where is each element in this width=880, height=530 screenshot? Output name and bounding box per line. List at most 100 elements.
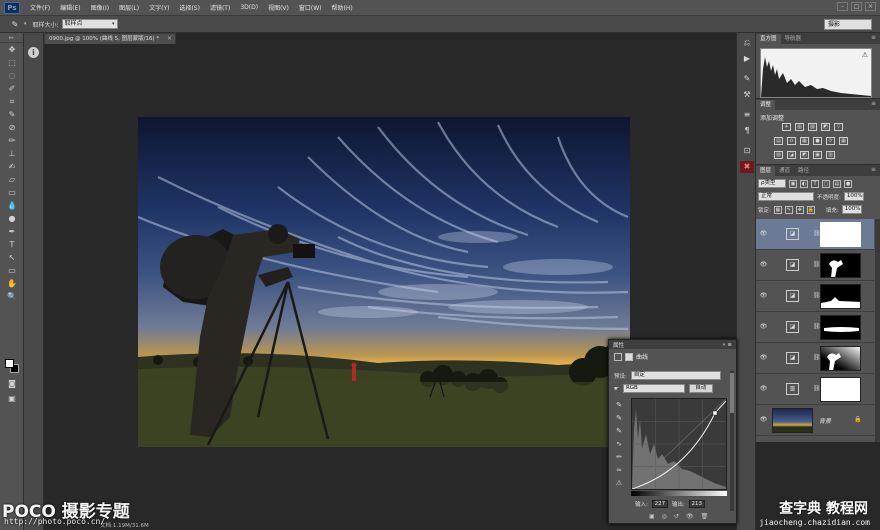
lock-transparent-icon[interactable]: ▦ [773, 205, 782, 214]
shape-tool-icon[interactable]: ▭ [2, 265, 22, 277]
layers-scrollbar[interactable] [875, 219, 880, 442]
menu-3d[interactable]: 3D(D) [235, 4, 263, 11]
history-brush-tool-icon[interactable]: ✍ [2, 161, 22, 173]
screen-mode-icon[interactable]: ▣ [2, 393, 22, 405]
black-point-eyedropper-icon[interactable]: ✎ [613, 400, 625, 411]
layer-row-background[interactable]: 👁 背景 🔒 [756, 405, 874, 436]
smooth-icon[interactable]: ≈ [613, 465, 625, 476]
filter-toggle-icon[interactable]: ● [844, 179, 852, 188]
crop-tool-icon[interactable]: ⌗ [2, 96, 22, 108]
layer-mask-thumbnail[interactable] [820, 346, 861, 371]
eraser-tool-icon[interactable]: ▱ [2, 174, 22, 186]
visibility-eye-icon[interactable]: 👁 [759, 261, 768, 269]
quick-select-tool-icon[interactable]: ✐ [2, 83, 22, 95]
hand-adjust-icon[interactable]: ☛ [614, 386, 619, 392]
lock-move-icon[interactable]: ✥ [795, 205, 804, 214]
posterize-icon[interactable]: ◪ [787, 151, 796, 159]
document-tab[interactable]: 0900.jpg @ 100% (曲线 5, 图层蒙版/16) * × [44, 33, 176, 44]
channel-mixer-icon[interactable]: ⟳ [826, 137, 835, 145]
layer-row-levels[interactable]: 👁 ▥ ⛓ [756, 374, 874, 405]
preset-select[interactable]: 自定 [630, 371, 721, 380]
sample-size-select[interactable]: 取样点 [61, 19, 118, 29]
maximize-button[interactable]: □ [851, 2, 862, 11]
selective-color-icon[interactable]: ▥ [826, 151, 835, 159]
visibility-eye-icon[interactable]: 👁 [759, 385, 768, 393]
tab-paths[interactable]: 路径 [794, 166, 813, 176]
input-value[interactable]: 227 [651, 500, 668, 508]
menu-window[interactable]: 窗口(W) [294, 3, 327, 12]
menu-type[interactable]: 文字(Y) [144, 3, 174, 12]
curve-point-icon[interactable]: ∿ [613, 439, 625, 450]
info-icon[interactable]: i [28, 47, 39, 58]
invert-icon[interactable]: ▨ [774, 151, 783, 159]
eyedropper-icon[interactable]: ✎ [8, 19, 22, 30]
photo-filter-icon[interactable]: ● [813, 137, 822, 145]
cache-warning-icon[interactable]: ⚠ [862, 51, 868, 59]
curve-graph[interactable] [631, 398, 727, 490]
brightness-contrast-icon[interactable]: ☀ [782, 123, 791, 131]
workspace-select[interactable]: 摄影 [824, 19, 872, 30]
visibility-eye-icon[interactable]: 👁 [759, 416, 768, 424]
filter-adjustment-icon[interactable]: ◐ [800, 179, 808, 188]
layer-mask-thumbnail[interactable] [820, 377, 861, 402]
properties-header[interactable]: 属性 » ≡ [609, 340, 736, 349]
layer-mask-thumbnail[interactable] [820, 315, 861, 340]
brush-tool-icon[interactable]: ✏ [2, 135, 22, 147]
exposure-icon[interactable]: ◩ [821, 123, 830, 131]
visibility-eye-icon[interactable]: 👁 [759, 230, 768, 238]
panel-menu-icon[interactable]: ≡ [871, 100, 876, 107]
panel-grip-icon[interactable]: ▸▸ [0, 33, 23, 43]
character-icon[interactable]: ≡ [740, 109, 754, 121]
layer-row-curves-2[interactable]: 👁 ◪ ⛓ [756, 312, 874, 343]
menu-select[interactable]: 选择(S) [174, 3, 205, 12]
filter-shape-icon[interactable]: ▢ [822, 179, 830, 188]
layer-row-curves-3[interactable]: 👁 ◪ ⛓ [756, 281, 874, 312]
menu-layer[interactable]: 图层(L) [114, 3, 144, 12]
blur-tool-icon[interactable]: 💧 [2, 200, 22, 212]
toggle-visibility-icon[interactable]: 👁 [686, 513, 694, 520]
black-white-icon[interactable]: ▦ [800, 137, 809, 145]
filter-pixel-icon[interactable]: ▣ [789, 179, 797, 188]
blend-mode-select[interactable]: 正常 [758, 192, 814, 201]
channel-select[interactable]: RGB [622, 384, 685, 393]
filter-smart-icon[interactable]: ▤ [833, 179, 841, 188]
visibility-eye-icon[interactable]: 👁 [759, 354, 768, 362]
curves-icon[interactable]: ▨ [808, 123, 817, 131]
output-value[interactable]: 213 [688, 500, 705, 508]
minimize-button[interactable]: – [837, 2, 848, 11]
tab-channels[interactable]: 通道 [775, 166, 794, 176]
type-tool-icon[interactable]: T [2, 239, 22, 251]
move-tool-icon[interactable]: ✥ [2, 44, 22, 56]
tab-histogram[interactable]: 直方图 [756, 34, 781, 44]
layer-mask-thumbnail[interactable] [820, 253, 861, 278]
visibility-eye-icon[interactable]: 👁 [759, 323, 768, 331]
pen-tool-icon[interactable]: ✒ [2, 226, 22, 238]
lock-all-icon[interactable]: 🔒 [806, 205, 815, 214]
foreground-color-swatch[interactable] [5, 359, 14, 368]
menu-filter[interactable]: 滤镜(T) [205, 3, 235, 12]
fill-input[interactable]: 100% [841, 205, 862, 214]
clone-stamp-tool-icon[interactable]: ⊥ [2, 148, 22, 160]
gradient-map-icon[interactable]: ▣ [813, 151, 822, 159]
dodge-tool-icon[interactable]: ● [2, 213, 22, 225]
threshold-icon[interactable]: ◩ [800, 151, 809, 159]
reset-icon[interactable]: ↺ [674, 513, 679, 520]
panel-menu-icon[interactable]: ≡ [871, 166, 876, 173]
white-point-eyedropper-icon[interactable]: ✎ [613, 426, 625, 437]
hue-saturation-icon[interactable]: ▤ [774, 137, 783, 145]
menu-image[interactable]: 图像(I) [86, 3, 114, 12]
menu-view[interactable]: 视图(V) [263, 3, 294, 12]
history-icon[interactable]: ⎌ [740, 37, 754, 49]
auto-button[interactable]: 自动 [688, 384, 713, 393]
layer-mask-thumbnail[interactable] [820, 284, 861, 309]
zoom-tool-icon[interactable]: 🔍 [2, 291, 22, 303]
quick-mask-icon[interactable]: ◙ [2, 378, 22, 390]
view-previous-icon[interactable]: ◎ [662, 513, 667, 520]
menu-edit[interactable]: 编辑(E) [55, 3, 85, 12]
eyedropper-tool-icon[interactable]: ✎ [2, 109, 22, 121]
filter-type-icon[interactable]: T [811, 179, 819, 188]
notes-icon[interactable]: ✖ [740, 161, 754, 173]
clone-source-icon[interactable]: ⊡ [740, 145, 754, 157]
layer-row-curves-1[interactable]: 👁 ◪ ⛓ [756, 343, 874, 374]
gradient-tool-icon[interactable]: ▭ [2, 187, 22, 199]
